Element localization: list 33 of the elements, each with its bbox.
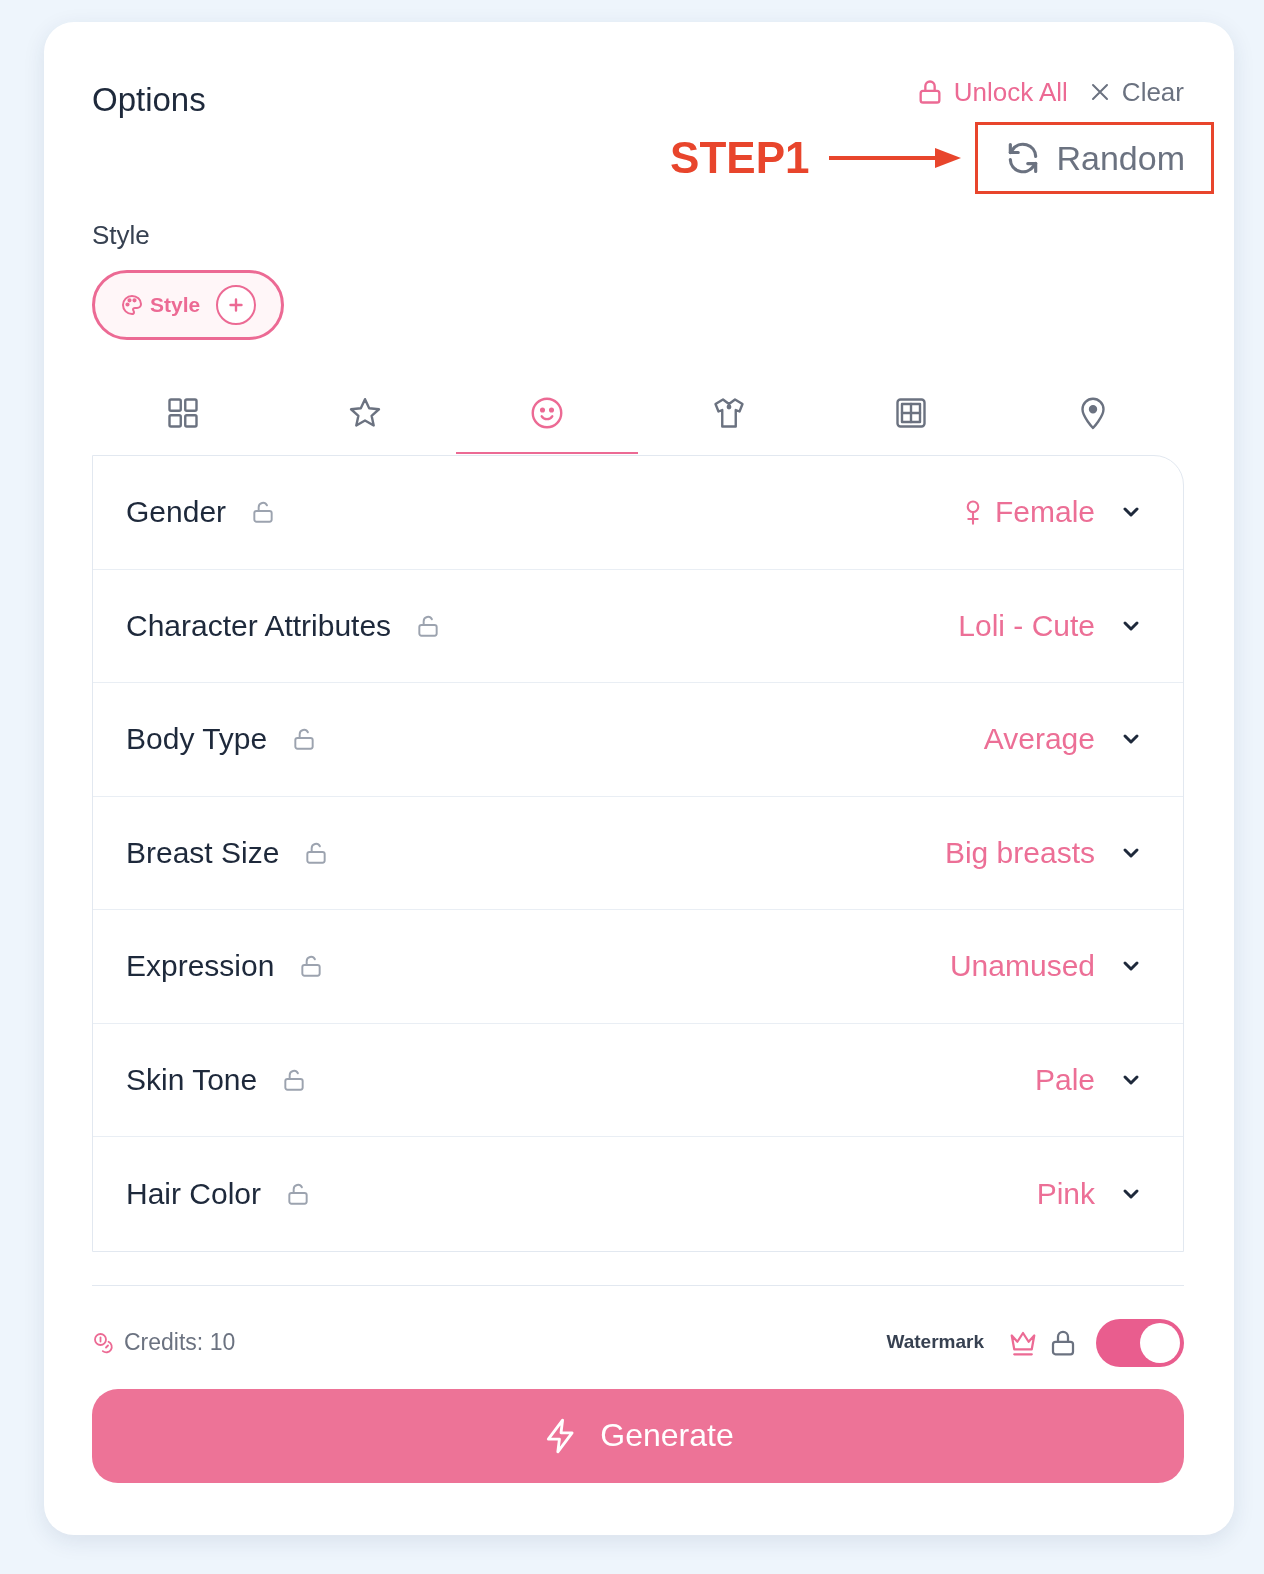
attribute-label: Hair Color — [126, 1175, 262, 1212]
attribute-label: Character Attributes — [126, 607, 392, 644]
unlock-all-button[interactable]: Unlock All — [915, 76, 1068, 108]
attribute-label: Breast Size — [126, 834, 280, 871]
attribute-label: Expression — [126, 948, 275, 985]
attribute-dropdown[interactable]: Pink — [1036, 1175, 1143, 1212]
grid-icon — [165, 395, 201, 431]
style-chip[interactable]: Style — [92, 270, 285, 340]
attribute-label: Skin Tone — [126, 1061, 258, 1098]
smiley-icon — [529, 395, 565, 431]
step-annotation: STEP1 — [670, 132, 810, 184]
add-style-button[interactable] — [216, 285, 257, 325]
credits-count: Credits: 10 — [124, 1328, 236, 1357]
attribute-dropdown[interactable]: Female — [958, 494, 1143, 531]
attribute-dropdown[interactable]: Loli - Cute — [958, 607, 1143, 644]
coins-icon — [92, 1330, 116, 1355]
attribute-dropdown[interactable]: Pale — [1034, 1061, 1143, 1098]
attribute-dropdown[interactable]: Average — [983, 721, 1143, 758]
attribute-dropdown[interactable]: Unamused — [949, 948, 1143, 985]
style-chip-label: Style — [150, 292, 201, 318]
watermark-toggle[interactable] — [1096, 1318, 1184, 1367]
random-button[interactable]: Random — [1004, 125, 1185, 191]
attribute-dropdown[interactable]: Big breasts — [944, 834, 1143, 871]
palette-icon — [120, 293, 144, 317]
panel-title: Options — [92, 80, 206, 120]
attribute-label: Body Type — [126, 721, 268, 758]
attribute-label: Gender — [126, 494, 227, 531]
watermark-label: Watermark — [886, 1331, 984, 1354]
section-label: Style — [92, 219, 151, 251]
window-grid-icon — [893, 395, 929, 431]
shirt-icon — [711, 395, 747, 431]
clear-button[interactable]: Clear — [1087, 76, 1184, 108]
generate-button[interactable]: Generate — [92, 1388, 1184, 1483]
